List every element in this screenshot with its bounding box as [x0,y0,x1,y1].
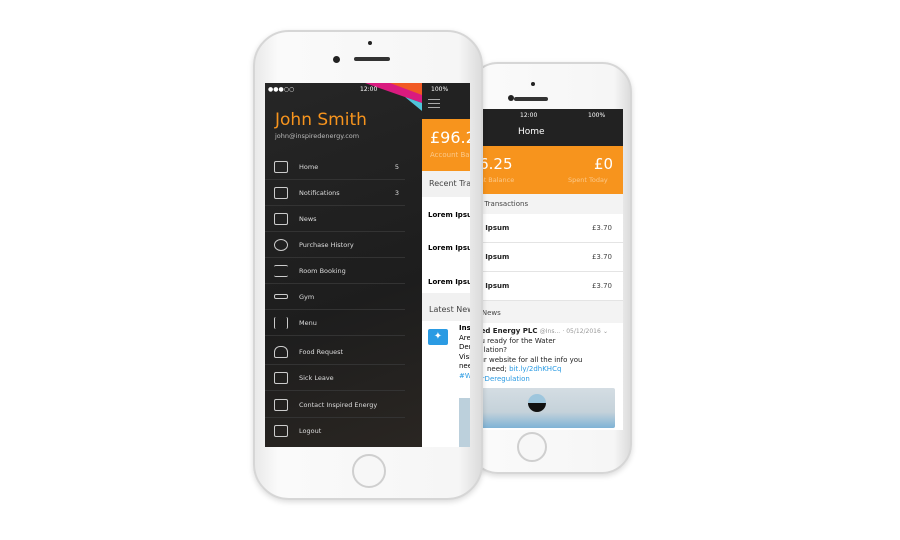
phone-book-icon [274,398,288,411]
menu-label: Contact Inspired Energy [299,400,378,409]
menu-item-news[interactable]: News [265,206,405,232]
header-title: Home [518,127,545,137]
cutlery-icon [274,316,288,329]
front-camera [333,56,340,63]
home-icon [274,160,288,173]
chef-hat-icon [274,345,288,358]
twitter-icon: ✦ [428,329,448,345]
purchase-icon [274,238,288,251]
status-time: 12:00 [360,86,378,93]
transaction-row[interactable]: Lorem Ipsum [428,211,470,219]
dumbbell-icon [274,294,288,299]
hamburger-menu-icon[interactable] [428,99,440,108]
menu-label: Purchase History [299,240,354,249]
menu-item-contact[interactable]: Contact Inspired Energy [265,392,405,418]
user-name: John Smith [275,110,367,130]
menu-label: Gym [299,292,315,301]
menu-item-gym[interactable]: Gym [265,284,405,310]
proximity-sensor [368,41,372,45]
transaction-amount: £3.70 [591,282,612,290]
earpiece-speaker [514,97,548,101]
menu-label: Sick Leave [299,373,334,382]
menu-item-logout[interactable]: Logout [265,418,405,444]
signal-icon: ●●●○○ [268,86,295,93]
transaction-amount: £3.70 [591,224,612,232]
home-button[interactable] [517,432,547,462]
transaction-amount: £3.70 [591,253,612,261]
menu-label: Notifications [299,188,340,197]
spent-label: Spent Today [568,176,608,184]
tweet-link[interactable]: bit.ly/2dhKHCq [509,365,561,373]
logout-icon [274,425,288,437]
recent-transactions-header: Recent Transactions [429,179,470,188]
user-email: john@inspiredenergy.com [275,132,360,140]
proximity-sensor [531,82,535,86]
tweet-text: Deregulation? [459,343,470,351]
tweet-text: need; [487,365,510,373]
news-icon [274,212,288,225]
menu-item-sick-leave[interactable]: Sick Leave [265,365,405,391]
menu-label: News [299,214,317,223]
latest-news-header: Latest News [429,305,470,314]
tweet-hashtag[interactable]: #WaterDeregulation [459,372,470,382]
list-icon [274,264,288,277]
tweet-image[interactable] [459,398,470,447]
logo-globe [528,394,546,412]
front-phone: 100% £96.25 Account Balance Recent Trans… [253,30,483,500]
status-battery: 100% [588,112,606,119]
menu-badge: 3 [394,188,399,197]
tweet-date: · 05/12/2016 [562,328,601,335]
front-screen: 100% £96.25 Account Balance Recent Trans… [265,83,470,447]
back-phone: 12:00 100% Home £96.25 Account Balance £… [410,62,632,474]
transaction-row[interactable]: Lorem Ipsum [428,244,470,252]
tweet-handle: @Ins... [539,328,561,335]
home-button[interactable] [352,454,386,488]
menu-item-purchase-history[interactable]: Purchase History [265,232,405,258]
menu-label: Logout [299,427,322,435]
menu-item-food-request[interactable]: Food Request [265,339,405,365]
clipboard-icon [274,371,288,384]
menu-item-room-booking[interactable]: Room Booking [265,258,405,284]
menu-item-home[interactable]: Home 5 [265,154,405,180]
spent-value: £0 [594,155,614,173]
status-time: 12:00 [520,112,538,119]
chevron-down-icon[interactable]: ⌄ [603,328,608,335]
status-battery: 100% [431,86,449,93]
tweet-text: Are you ready for the Water [459,333,470,342]
tweet-author: Inspired Energy PLC [459,324,470,332]
tweet-text: Visit our website for all the info you [459,352,470,361]
navigation-drawer: ●●●○○ 12:00 John Smith john@inspiredener… [265,83,422,447]
notification-icon [274,186,288,199]
menu-item-notifications[interactable]: Notifications 3 [265,180,405,206]
menu-badge: 5 [394,162,399,171]
transaction-row[interactable]: Lorem Ipsum [428,278,470,286]
balance-value: £96.25 [430,128,470,147]
menu-label: Food Request [299,347,344,356]
menu-item-menu[interactable]: Menu [265,310,405,336]
menu-label: Home [299,162,319,171]
menu-label: Room Booking [299,266,346,275]
balance-label: Account Balance [430,151,470,159]
menu-label: Menu [299,318,317,327]
tweet-text: need; [459,362,470,370]
earpiece-speaker [354,57,390,61]
